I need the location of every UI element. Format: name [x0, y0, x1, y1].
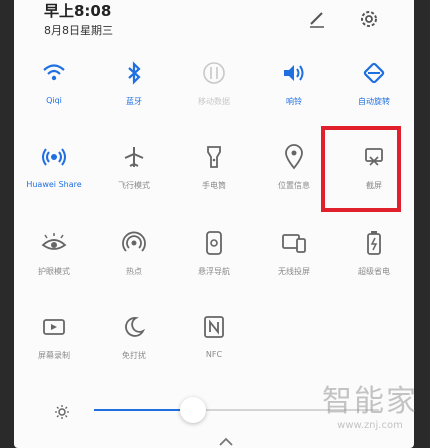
tile-airplane[interactable]: 飞行模式 — [94, 142, 174, 191]
tile-label: 护眼模式 — [38, 267, 70, 276]
tile-mobile-data[interactable]: 移动数据 — [174, 58, 254, 107]
status-date: 8月8日星期三 — [44, 24, 113, 37]
tile-hotspot[interactable]: 热点 — [94, 228, 174, 277]
brightness-slider-handle[interactable] — [180, 397, 206, 423]
tile-label: 自动旋转 — [358, 97, 390, 106]
tile-label: 悬浮导航 — [198, 267, 230, 276]
screen-record-icon — [14, 312, 94, 342]
sound-icon — [254, 58, 334, 88]
tile-ultra-power-saving[interactable]: 超级省电 — [334, 228, 414, 277]
tile-label: Qiqi — [46, 96, 62, 105]
mobile-data-icon — [174, 58, 254, 88]
tile-floating-nav[interactable]: 悬浮导航 — [174, 228, 254, 277]
tile-nfc[interactable]: NFC — [174, 312, 254, 359]
tile-label: Huawei Share — [26, 180, 82, 189]
do-not-disturb-icon — [94, 312, 174, 342]
tile-label: 超级省电 — [358, 267, 390, 276]
watermark-text: 智能家 — [322, 384, 418, 419]
expand-chevron-icon[interactable] — [218, 432, 234, 448]
bluetooth-icon — [94, 58, 174, 88]
tile-label: 飞行模式 — [118, 181, 150, 190]
tile-label: 手电筒 — [202, 181, 226, 190]
wifi-icon — [14, 58, 94, 88]
watermark: 智能家 www.znj.com — [322, 376, 418, 431]
tile-wifi[interactable]: Qiqi — [14, 58, 94, 105]
tile-label: NFC — [205, 350, 223, 359]
brightness-track-filled — [94, 409, 184, 411]
floating-nav-icon — [174, 228, 254, 258]
brightness-icon — [54, 404, 70, 424]
airplane-icon — [94, 142, 174, 172]
tile-eye-comfort[interactable]: 护眼模式 — [14, 228, 94, 277]
watermark-url: www.znj.com — [337, 420, 403, 431]
tile-sound[interactable]: 响铃 — [254, 58, 334, 107]
tile-label: 无线投屏 — [278, 267, 310, 276]
auto-rotate-icon — [334, 58, 414, 88]
edit-icon[interactable] — [306, 8, 328, 30]
huawei-share-icon — [14, 142, 94, 172]
tile-do-not-disturb[interactable]: 免打扰 — [94, 312, 174, 361]
tile-huawei-share[interactable]: Huawei Share — [14, 142, 94, 189]
nfc-icon — [174, 312, 254, 342]
status-time: 早上8:08 — [44, 2, 112, 20]
tile-label: 响铃 — [286, 97, 302, 106]
settings-gear-icon[interactable] — [358, 8, 380, 30]
tile-bluetooth[interactable]: 蓝牙 — [94, 58, 174, 107]
eye-comfort-icon — [14, 228, 94, 258]
tile-flashlight[interactable]: 手电筒 — [174, 142, 254, 191]
screenshot-highlight-box — [321, 126, 401, 212]
ultra-power-saving-icon — [334, 228, 414, 258]
wireless-projection-icon — [254, 228, 334, 258]
tile-label: 热点 — [126, 267, 142, 276]
tile-label: 蓝牙 — [126, 97, 142, 106]
tile-label: 免打扰 — [122, 351, 146, 360]
hotspot-icon — [94, 228, 174, 258]
flashlight-icon — [174, 142, 254, 172]
tile-label: 屏幕录制 — [38, 351, 70, 360]
tile-screen-record[interactable]: 屏幕录制 — [14, 312, 94, 361]
tile-auto-rotate[interactable]: 自动旋转 — [334, 58, 414, 107]
tile-wireless-projection[interactable]: 无线投屏 — [254, 228, 334, 277]
tile-label: 移动数据 — [198, 97, 230, 106]
